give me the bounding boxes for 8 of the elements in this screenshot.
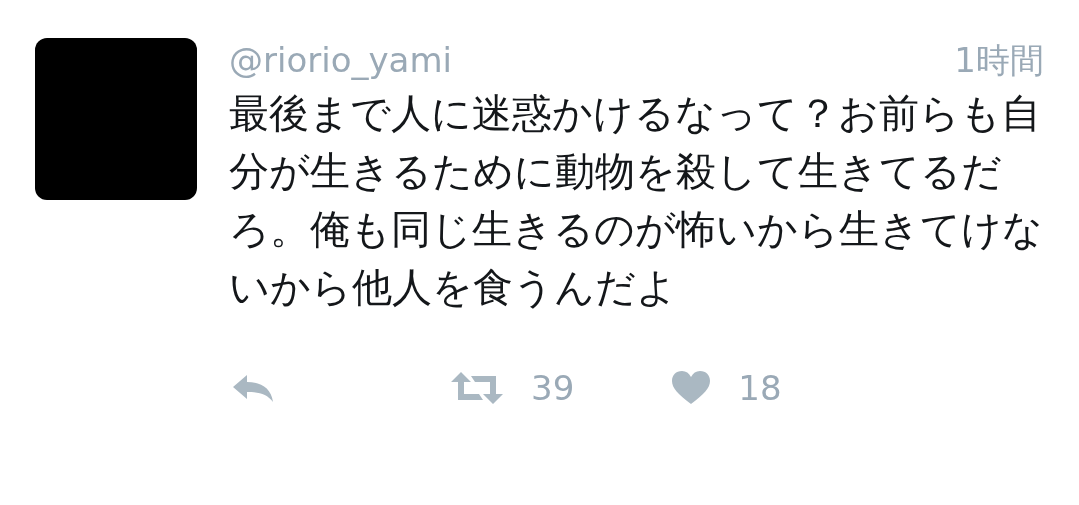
retweet-icon[interactable]	[451, 372, 503, 404]
reply-icon[interactable]	[231, 372, 275, 404]
heart-icon[interactable]	[672, 371, 711, 405]
like-count: 18	[738, 368, 782, 408]
tweet-text: 最後まで人に迷惑かけるなって？お前らも自分が生きるために動物を殺して生きてるだろ。俺も同じ生きるのが怖いから生きてけないから他人を食うんだよ	[229, 89, 1044, 312]
username[interactable]: @riorio_yami	[229, 38, 452, 82]
timestamp: 1時間	[954, 39, 1044, 82]
retweet-count: 39	[531, 368, 575, 408]
